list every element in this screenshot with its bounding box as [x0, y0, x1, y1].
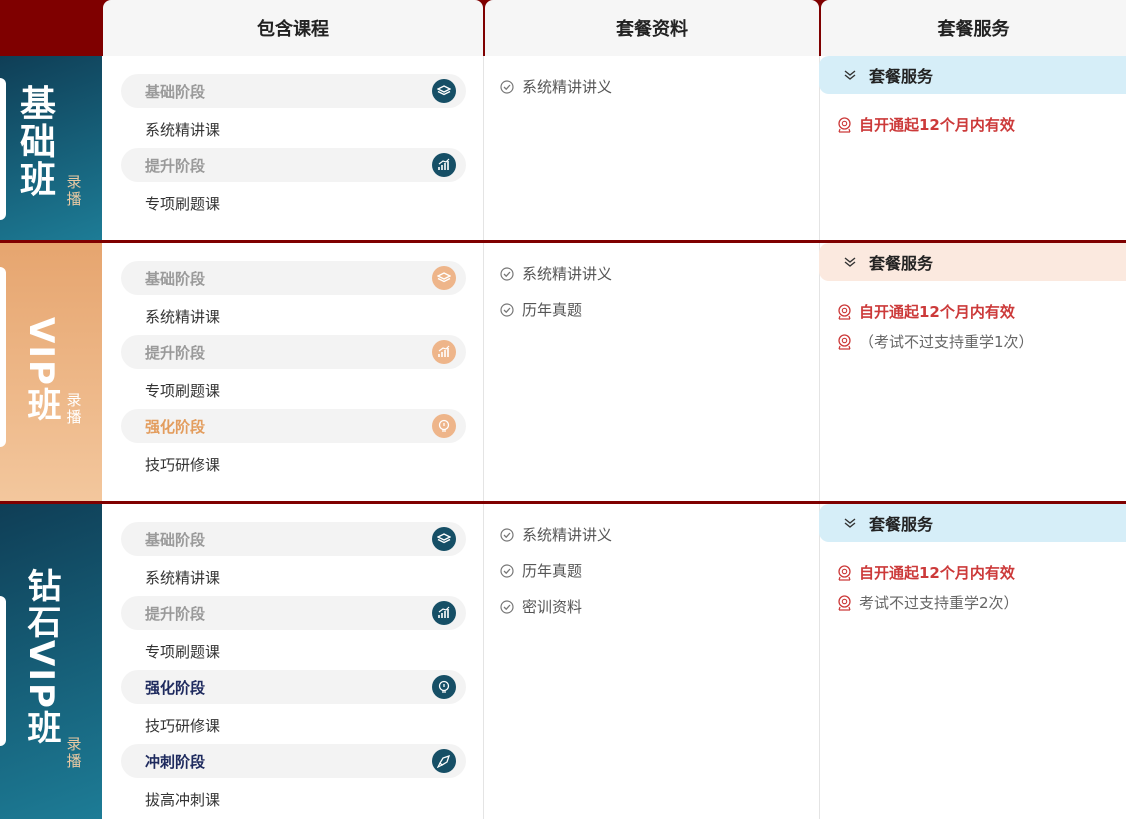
service-item: 自开通起12个月内有效: [837, 301, 1015, 322]
medal-icon: [838, 564, 851, 581]
check-circle-icon: [500, 599, 514, 614]
stage-pill[interactable]: 提升阶段: [121, 596, 466, 630]
stage-name: 提升阶段: [145, 344, 206, 362]
material-item: 密训资料: [500, 596, 582, 617]
stage-name: 基础阶段: [145, 270, 206, 288]
course-name: 技巧研修课: [145, 717, 221, 735]
package-name: VIP班: [21, 317, 61, 423]
package-label-vip[interactable]: VIP班 录播: [0, 243, 102, 501]
course-name: 专项刷题课: [145, 643, 221, 661]
stage-pill[interactable]: 冲刺阶段: [121, 744, 466, 778]
header-services: 套餐服务: [821, 0, 1126, 56]
package-row-diamond-vip: 钻石VIP班 录播 基础阶段 系统精讲课 提升阶段 专项刷题课 强化阶段 技巧研…: [0, 504, 1126, 819]
stage-name: 基础阶段: [145, 531, 206, 549]
package-comparison-table: 包含课程 套餐资料 套餐服务 基础班 录播 基础阶段 系统精讲课 提升阶段 专项…: [0, 0, 1126, 819]
material-item: 历年真题: [500, 299, 582, 320]
course-name: 拔高冲刺课: [145, 791, 221, 809]
stage-pill[interactable]: 强化阶段: [121, 670, 466, 704]
label-tab: [0, 267, 6, 447]
label-tab: [0, 78, 6, 220]
course-name: 技巧研修课: [145, 456, 221, 474]
chart-icon: [432, 340, 456, 364]
package-name: 基础班: [19, 84, 56, 201]
header-courses: 包含课程: [103, 0, 483, 56]
chevron-down-icon: [844, 518, 856, 528]
stage-pill[interactable]: 基础阶段: [121, 522, 466, 556]
check-circle-icon: [500, 302, 514, 317]
package-name: 钻石VIP班: [21, 568, 61, 746]
stage-name: 强化阶段: [145, 679, 206, 697]
material-item: 系统精讲讲义: [500, 76, 612, 97]
course-name: 系统精讲课: [145, 569, 221, 587]
layers-icon: [432, 79, 456, 103]
stage-name: 提升阶段: [145, 157, 206, 175]
medal-icon: [838, 116, 851, 133]
material-item: 历年真题: [500, 560, 582, 581]
stage-pill[interactable]: 强化阶段: [121, 409, 466, 443]
chart-icon: [432, 601, 456, 625]
stage-pill[interactable]: 提升阶段: [121, 148, 466, 182]
header-materials: 套餐资料: [485, 0, 819, 56]
chevron-down-icon: [844, 257, 856, 267]
course-name: 专项刷题课: [145, 195, 221, 213]
package-tag: 录播: [66, 735, 82, 770]
stage-name: 强化阶段: [145, 418, 206, 436]
package-row-basic: 基础班 录播 基础阶段 系统精讲课 提升阶段 专项刷题课 系统精讲讲义 套餐服务…: [0, 56, 1126, 240]
check-circle-icon: [500, 527, 514, 542]
check-circle-icon: [500, 266, 514, 281]
lightbulb-head-icon: [432, 414, 456, 438]
service-header[interactable]: 套餐服务: [819, 56, 1126, 94]
service-item: （考试不过支持重学1次）: [837, 331, 1034, 352]
stage-pill[interactable]: 基础阶段: [121, 74, 466, 108]
layers-icon: [432, 266, 456, 290]
check-circle-icon: [500, 563, 514, 578]
package-label-diamond-vip[interactable]: 钻石VIP班 录播: [0, 504, 102, 819]
package-row-vip: VIP班 录播 基础阶段 系统精讲课 提升阶段 专项刷题课 强化阶段 技巧研修课: [0, 243, 1126, 501]
medal-icon: [838, 303, 851, 320]
stage-name: 提升阶段: [145, 605, 206, 623]
stage-name: 冲刺阶段: [145, 753, 206, 771]
stage-name: 基础阶段: [145, 83, 206, 101]
chart-icon: [432, 153, 456, 177]
service-header[interactable]: 套餐服务: [819, 243, 1126, 281]
material-item: 系统精讲讲义: [500, 263, 612, 284]
course-name: 专项刷题课: [145, 382, 221, 400]
service-item: 考试不过支持重学2次）: [837, 592, 1019, 613]
material-item: 系统精讲讲义: [500, 524, 612, 545]
course-name: 系统精讲课: [145, 121, 221, 139]
service-item: 自开通起12个月内有效: [837, 114, 1015, 135]
stage-pill[interactable]: 基础阶段: [121, 261, 466, 295]
lightbulb-head-icon: [432, 675, 456, 699]
layers-icon: [432, 527, 456, 551]
rocket-icon: [432, 749, 456, 773]
service-item: 自开通起12个月内有效: [837, 562, 1015, 583]
chevron-down-icon: [844, 70, 856, 80]
package-tag: 录播: [66, 391, 82, 426]
stage-pill[interactable]: 提升阶段: [121, 335, 466, 369]
label-tab: [0, 596, 6, 746]
package-label-basic[interactable]: 基础班 录播: [0, 56, 102, 240]
medal-icon: [838, 594, 851, 611]
medal-icon: [838, 333, 851, 350]
course-name: 系统精讲课: [145, 308, 221, 326]
package-tag: 录播: [66, 173, 82, 208]
check-circle-icon: [500, 79, 514, 94]
service-header[interactable]: 套餐服务: [819, 504, 1126, 542]
